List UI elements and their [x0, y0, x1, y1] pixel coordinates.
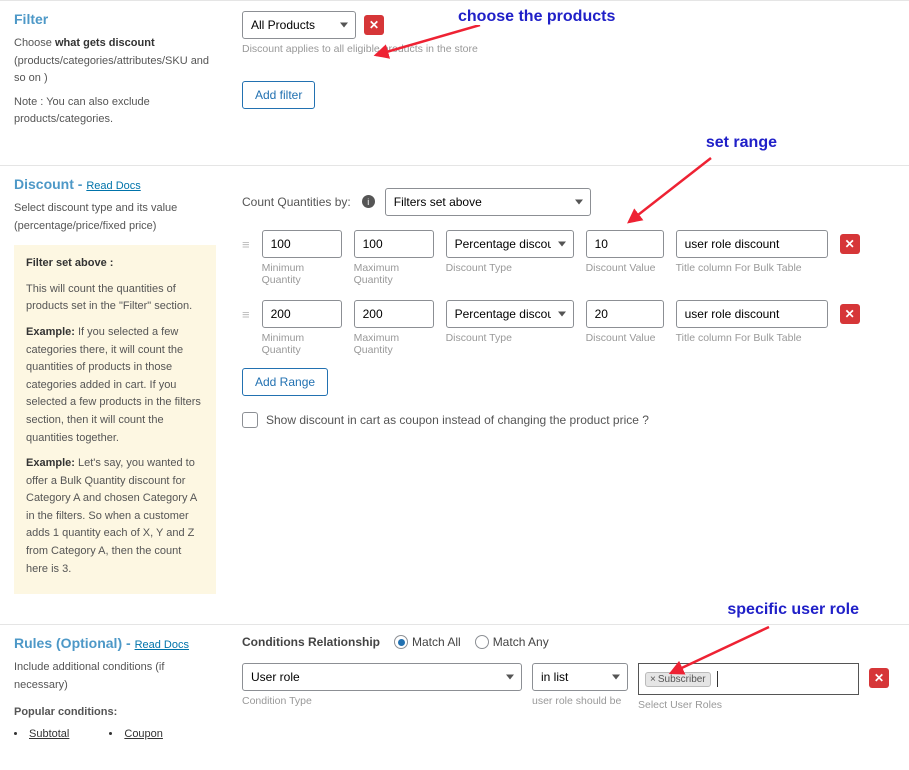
remove-condition-button[interactable]: ✕: [869, 668, 889, 688]
discount-sidebar: Discount - Read Docs Select discount typ…: [0, 176, 230, 594]
filter-sidebar: Filter Choose what gets discount (produc…: [0, 11, 230, 135]
select-roles-label: Select User Roles: [638, 699, 859, 711]
max-qty-label: Maximum Quantity: [354, 262, 434, 286]
drag-handle-icon[interactable]: ≡: [242, 238, 250, 251]
subscriber-tag: ×Subscriber: [645, 672, 711, 687]
discount-type-select[interactable]: Percentage discount: [446, 230, 574, 258]
min-qty-label: Minimum Quantity: [262, 262, 342, 286]
rules-sidebar: Rules (Optional) - Read Docs Include add…: [0, 635, 230, 740]
rules-read-docs-link[interactable]: Read Docs: [135, 639, 189, 651]
close-icon: ✕: [845, 237, 855, 251]
discount-range-row: ≡ Minimum Quantity Maximum Quantity Perc…: [242, 230, 889, 286]
match-all-radio[interactable]: Match All: [394, 635, 461, 649]
user-roles-input[interactable]: ×Subscriber: [638, 663, 859, 695]
popular-list: Subtotal Coupon: [14, 728, 216, 740]
add-filter-button[interactable]: Add filter: [242, 81, 315, 109]
close-icon: ✕: [845, 307, 855, 321]
title-column-input[interactable]: [676, 230, 828, 258]
min-qty-input[interactable]: [262, 230, 342, 258]
disc-val-label: Discount Value: [586, 332, 664, 344]
remove-range-button[interactable]: ✕: [840, 234, 860, 254]
rules-desc: Include additional conditions (if necess…: [14, 659, 216, 694]
title-column-input[interactable]: [676, 300, 828, 328]
title-col-label: Title column For Bulk Table: [676, 262, 828, 274]
discount-type-select[interactable]: Percentage discount: [446, 300, 574, 328]
close-icon: ✕: [369, 18, 379, 32]
conditions-relationship-row: Conditions Relationship Match All Match …: [242, 635, 889, 649]
discount-infobox: Filter set above : This will count the q…: [14, 245, 216, 594]
filter-title: Filter: [14, 11, 216, 27]
in-list-select[interactable]: in list: [532, 663, 628, 691]
disc-type-label: Discount Type: [446, 262, 574, 274]
in-list-label: user role should be: [532, 695, 628, 707]
count-by-label: Count Quantities by:: [242, 195, 351, 209]
rules-section: Rules (Optional) - Read Docs Include add…: [0, 624, 909, 770]
remove-range-button[interactable]: ✕: [840, 304, 860, 324]
discount-value-input[interactable]: [586, 300, 664, 328]
rules-main: Conditions Relationship Match All Match …: [230, 635, 909, 740]
discount-main: Count Quantities by: i Filters set above…: [230, 176, 909, 594]
add-range-button[interactable]: Add Range: [242, 368, 328, 396]
min-qty-input[interactable]: [262, 300, 342, 328]
discount-title: Discount -: [14, 176, 86, 192]
show-coupon-label: Show discount in cart as coupon instead …: [266, 413, 649, 427]
filter-help-text: Discount applies to all eligible product…: [242, 43, 889, 55]
max-qty-label: Maximum Quantity: [354, 332, 434, 356]
tag-remove-icon[interactable]: ×: [650, 674, 656, 685]
condition-type-select[interactable]: User role: [242, 663, 522, 691]
filter-section: Filter Choose what gets discount (produc…: [0, 0, 909, 165]
discount-desc: Select discount type and its value (perc…: [14, 200, 216, 235]
discount-value-input[interactable]: [586, 230, 664, 258]
title-col-label: Title column For Bulk Table: [676, 332, 828, 344]
disc-type-label: Discount Type: [446, 332, 574, 344]
info-icon: i: [362, 195, 375, 208]
filter-product-select[interactable]: All Products: [242, 11, 356, 39]
match-any-radio[interactable]: Match Any: [475, 635, 549, 649]
show-coupon-checkbox[interactable]: [242, 412, 258, 428]
filter-note: Note : You can also exclude products/cat…: [14, 94, 216, 129]
max-qty-input[interactable]: [354, 300, 434, 328]
cond-rel-label: Conditions Relationship: [242, 635, 380, 649]
close-icon: ✕: [874, 671, 884, 685]
filter-remove-button[interactable]: ✕: [364, 15, 384, 35]
filter-main: All Products ✕ Discount applies to all e…: [230, 11, 909, 135]
text-cursor: [717, 671, 718, 687]
drag-handle-icon[interactable]: ≡: [242, 308, 250, 321]
show-coupon-row: Show discount in cart as coupon instead …: [242, 412, 889, 428]
filter-product-select-wrap: All Products: [242, 11, 356, 39]
popular-coupon[interactable]: Coupon: [109, 728, 163, 740]
disc-val-label: Discount Value: [586, 262, 664, 274]
rules-title: Rules (Optional) -: [14, 635, 135, 651]
max-qty-input[interactable]: [354, 230, 434, 258]
popular-label: Popular conditions:: [14, 704, 216, 722]
discount-read-docs-link[interactable]: Read Docs: [86, 180, 140, 192]
cond-type-label: Condition Type: [242, 695, 522, 707]
count-by-select[interactable]: Filters set above: [385, 188, 591, 216]
discount-title-row: Discount - Read Docs: [14, 176, 216, 192]
popular-subtotal[interactable]: Subtotal: [14, 728, 69, 740]
min-qty-label: Minimum Quantity: [262, 332, 342, 356]
discount-section: Discount - Read Docs Select discount typ…: [0, 165, 909, 624]
filter-desc: Choose what gets discount (products/cate…: [14, 35, 216, 88]
discount-range-row: ≡ Minimum Quantity Maximum Quantity Perc…: [242, 300, 889, 356]
